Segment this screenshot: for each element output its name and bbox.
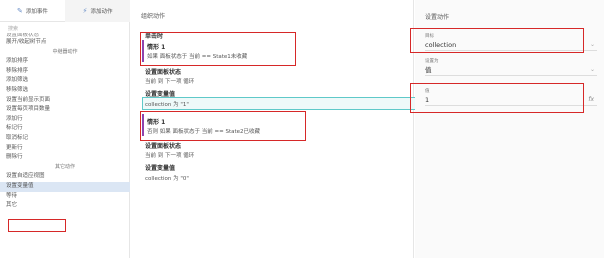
action-list-item[interactable]: 添加排序 [0, 57, 130, 67]
tab-add-action[interactable]: ⚡ 添加动作 [65, 0, 130, 22]
selected-highlight-box [8, 219, 66, 232]
action-list-item[interactable]: 移除筛选 [0, 86, 130, 96]
tab-bar: ✎ 添加事件 ⚡ 添加动作 [0, 0, 130, 22]
action-list-item[interactable]: 展开/收起树节点 [0, 38, 130, 48]
configure-action-panel: 设置动作 目标 collection ⌄ 设置为 值 ⌄ 值 1 fx [410, 0, 604, 258]
action-list-item[interactable]: 取消标记 [0, 134, 130, 144]
action-list-item[interactable]: 设置变量值 [0, 181, 130, 192]
action-list-item[interactable]: 其它 [0, 201, 130, 211]
organize-actions-panel: 组织动作 单击时 情形 1 如果 面板状态于 当前 == State1未收藏 设… [131, 0, 418, 258]
configure-action-title: 设置动作 [425, 14, 450, 21]
action-set-panel-2-detail: 当前 到 下一项 循环 [145, 153, 195, 159]
tab-add-event-label: 添加事件 [25, 9, 48, 15]
chevron-down-icon: ⌄ [589, 41, 595, 48]
action-set-panel-1-detail: 当前 到 下一项 循环 [145, 79, 195, 85]
action-list-item[interactable]: 设置每页项目数量 [0, 105, 130, 115]
action-list-item[interactable]: 添加行 [0, 115, 130, 125]
chevron-down-icon: ⌄ [589, 66, 595, 73]
action-list: 设置面板状态 展开/收起树节点 中继器动作 添加排序 移除排序 添加筛选 移除筛选 设置当前显… [0, 33, 130, 211]
list-section-header: 其它动作 [54, 163, 75, 170]
action-list-item[interactable]: 移除排序 [0, 67, 130, 77]
set-to-select-value: 值 [425, 66, 432, 74]
action-list-item[interactable]: 更新行 [0, 144, 130, 154]
case-1-highlight-box [140, 32, 296, 66]
tab-add-action-label: 添加动作 [90, 9, 113, 15]
left-panel: ✎ 添加事件 ⚡ 添加动作 搜索 设置面板状态 展开/收起树节点 中继器动作 添加排序… [0, 0, 130, 258]
action-set-var-2[interactable]: 设置变量值 [145, 163, 175, 172]
action-set-panel-2[interactable]: 设置面板状态 [145, 141, 181, 150]
case-2-highlight-box [140, 111, 306, 141]
action-list-item[interactable]: 添加筛选 [0, 76, 130, 86]
action-list-item[interactable]: 等待 [0, 192, 130, 202]
action-set-var-2-detail: collection 为 "0" [145, 176, 189, 182]
fx-icon[interactable]: fx [588, 94, 594, 106]
target-highlight-box [410, 28, 584, 53]
pencil-icon: ✎ [17, 6, 23, 15]
action-list-item[interactable]: 标记行 [0, 124, 130, 134]
value-highlight-box [410, 83, 584, 113]
action-set-var-1-detail: collection 为 "1" [145, 102, 189, 108]
tab-add-event[interactable]: ✎ 添加事件 [0, 0, 65, 22]
action-list-item[interactable]: 删除行 [0, 153, 130, 163]
action-list-item[interactable]: 设置自适应视图 [0, 172, 130, 182]
list-section-header: 中继器动作 [52, 48, 78, 55]
lightning-icon: ⚡ [82, 6, 88, 15]
action-list-item[interactable]: 设置当前显示页面 [0, 96, 130, 106]
set-to-select[interactable]: 值 ⌄ [425, 64, 597, 76]
organize-actions-title: 组织动作 [141, 13, 166, 20]
action-set-panel-1[interactable]: 设置面板状态 [145, 67, 181, 76]
